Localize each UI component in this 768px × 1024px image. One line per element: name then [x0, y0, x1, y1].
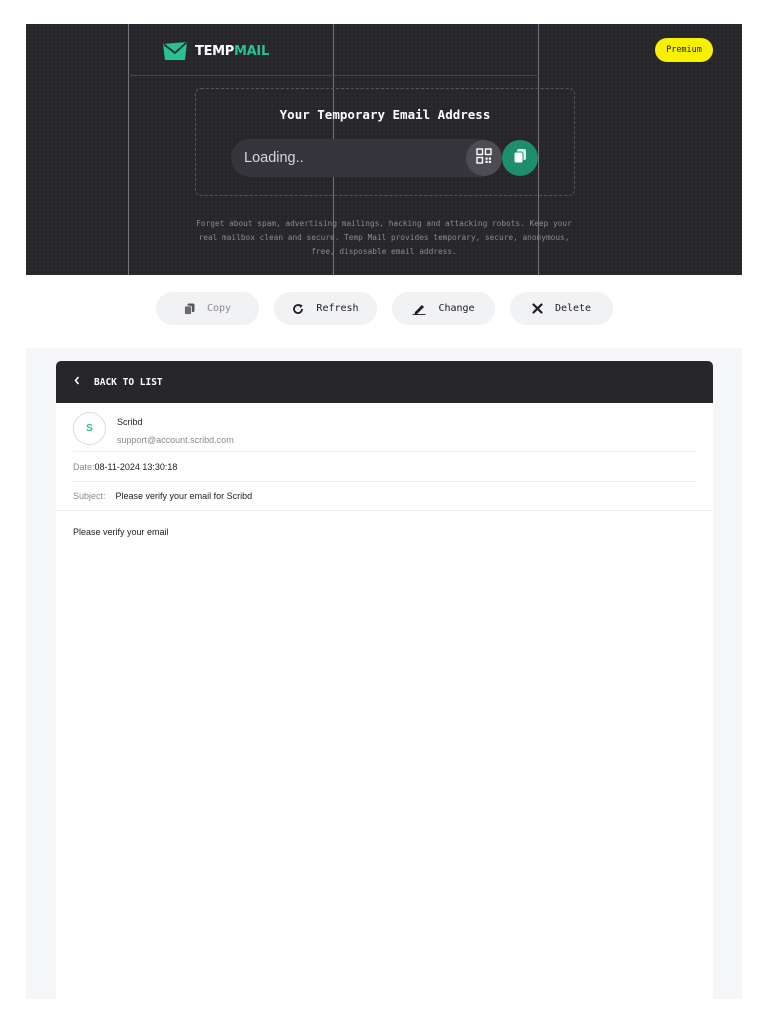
- logo[interactable]: TEMPMAIL: [162, 41, 269, 61]
- qr-code-icon: [476, 147, 492, 169]
- message-body: Please verify your email: [73, 527, 169, 537]
- sender-row: S Scribd support@account.scribd.com: [73, 412, 696, 452]
- copy-icon: [184, 303, 195, 315]
- subject-value: Please verify your email for Scribd: [115, 491, 253, 501]
- edit-pen-icon: [412, 303, 426, 315]
- refresh-icon: [292, 303, 304, 315]
- change-label: Change: [438, 303, 475, 314]
- date-label: Date:: [73, 462, 95, 472]
- message-area: BACK TO LIST S Scribd support@account.sc…: [26, 348, 742, 999]
- subject-label: Subject:: [73, 491, 106, 501]
- decor-line: [128, 75, 539, 76]
- copy-icon: [513, 148, 527, 169]
- copy-label: Copy: [206, 303, 232, 314]
- divider: [56, 510, 713, 511]
- sender-name: Scribd: [117, 417, 143, 427]
- hero-header: TEMPMAIL Premium Your Temporary Email Ad…: [26, 24, 742, 275]
- chevron-left-icon: [74, 376, 80, 388]
- action-bar: Copy Refresh Change Delete: [0, 292, 768, 325]
- copy-address-button[interactable]: [502, 140, 538, 176]
- refresh-label: Refresh: [316, 303, 359, 314]
- avatar: S: [73, 412, 106, 445]
- change-button[interactable]: Change: [392, 292, 495, 325]
- delete-label: Delete: [554, 303, 592, 314]
- sender-email: support@account.scribd.com: [117, 435, 234, 445]
- date-row: Date: 08-11-2024 13:30:18: [73, 453, 696, 482]
- delete-button[interactable]: Delete: [510, 292, 613, 325]
- back-to-list-button[interactable]: BACK TO LIST: [56, 361, 713, 403]
- subject-row: Subject: Please verify your email for Sc…: [73, 482, 696, 510]
- envelope-logo-icon: [162, 41, 188, 61]
- date-value: 08-11-2024 13:30:18: [94, 462, 178, 472]
- copy-button[interactable]: Copy: [156, 292, 259, 325]
- email-address-panel: Your Temporary Email Address Loading..: [195, 88, 575, 196]
- panel-title: Your Temporary Email Address: [279, 107, 491, 122]
- close-x-icon: [532, 303, 543, 314]
- hero-description: Forget about spam, advertising mailings,…: [196, 219, 572, 256]
- premium-button[interactable]: Premium: [655, 38, 713, 62]
- refresh-button[interactable]: Refresh: [274, 292, 377, 325]
- message-card: BACK TO LIST S Scribd support@account.sc…: [56, 361, 713, 999]
- decor-line: [128, 24, 129, 275]
- qr-code-button[interactable]: [466, 140, 502, 176]
- back-to-list-label: BACK TO LIST: [94, 376, 163, 388]
- email-address-field[interactable]: Loading..: [231, 139, 499, 177]
- logo-temp-text: TEMP: [195, 43, 235, 59]
- logo-mail-text: MAIL: [234, 43, 269, 59]
